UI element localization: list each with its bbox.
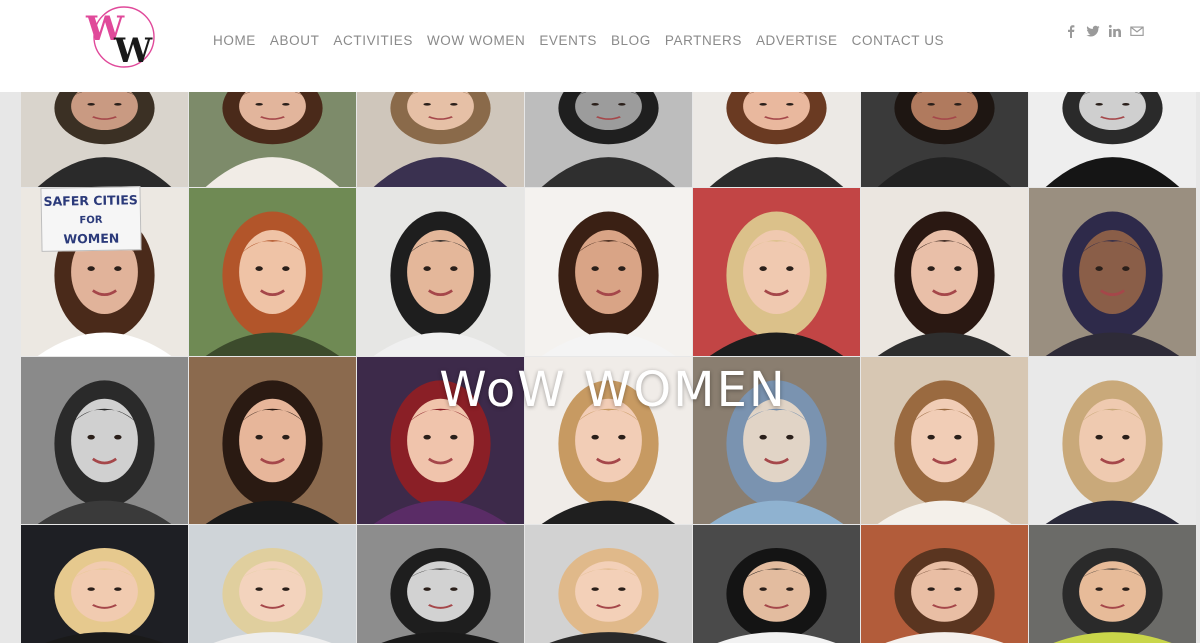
- portrait-tile[interactable]: [861, 525, 1028, 643]
- portrait-tile[interactable]: [189, 92, 356, 187]
- portrait-image: [693, 92, 860, 187]
- portrait-image: [1029, 525, 1196, 643]
- portrait-tile[interactable]: [1029, 188, 1196, 356]
- portrait-tile[interactable]: [525, 188, 692, 356]
- site-header: W W HOME ABOUT ACTIVITIES WOW WOMEN EVEN…: [0, 0, 1200, 92]
- social-links: [1064, 24, 1144, 38]
- portrait-tile[interactable]: [1029, 525, 1196, 643]
- portrait-image: [21, 92, 188, 187]
- portrait-image: [21, 525, 188, 643]
- portrait-image: [189, 92, 356, 187]
- twitter-icon[interactable]: [1086, 24, 1100, 38]
- mail-icon[interactable]: [1130, 24, 1144, 38]
- portrait-tile[interactable]: [21, 92, 188, 187]
- hero-title: WoW WOMEN: [439, 362, 787, 418]
- portrait-image: [693, 525, 860, 643]
- portrait-tile[interactable]: [21, 525, 188, 643]
- portrait-image: [525, 92, 692, 187]
- facebook-icon[interactable]: [1064, 24, 1078, 38]
- portrait-image: [861, 188, 1028, 356]
- portrait-tile[interactable]: [189, 525, 356, 643]
- wow-women-logo[interactable]: W W: [80, 4, 166, 70]
- portrait-tile[interactable]: [693, 525, 860, 643]
- portrait-tile[interactable]: [525, 525, 692, 643]
- portrait-image: [861, 92, 1028, 187]
- portrait-tile[interactable]: [1029, 92, 1196, 187]
- portrait-tile[interactable]: [693, 92, 860, 187]
- nav-events[interactable]: EVENTS: [532, 31, 604, 51]
- portrait-image: [357, 525, 524, 643]
- svg-text:W: W: [113, 31, 153, 70]
- portrait-tile[interactable]: [357, 92, 524, 187]
- portrait-image: [525, 188, 692, 356]
- portrait-tile[interactable]: [861, 92, 1028, 187]
- nav-blog[interactable]: BLOG: [604, 31, 658, 51]
- portrait-tile[interactable]: [525, 92, 692, 187]
- portrait-image: [1029, 188, 1196, 356]
- portrait-image: [861, 525, 1028, 643]
- nav-contact-us[interactable]: CONTACT US: [845, 31, 952, 51]
- portrait-tile[interactable]: [189, 188, 356, 356]
- nav-wow-women[interactable]: WOW WOMEN: [420, 31, 532, 51]
- nav-activities[interactable]: ACTIVITIES: [326, 31, 420, 51]
- portrait-image: [189, 188, 356, 356]
- portrait-tile[interactable]: [861, 188, 1028, 356]
- nav-partners[interactable]: PARTNERS: [658, 31, 749, 51]
- portrait-image: [357, 188, 524, 356]
- portrait-image: [189, 525, 356, 643]
- portrait-image: [357, 92, 524, 187]
- nav-about[interactable]: ABOUT: [263, 31, 327, 51]
- wow-women-hero: SAFER CITIES FOR WOMEN WoW WOMEN: [0, 92, 1200, 643]
- portrait-tile[interactable]: [693, 188, 860, 356]
- portrait-tile[interactable]: [357, 525, 524, 643]
- portrait-image: [693, 188, 860, 356]
- nav-home[interactable]: HOME: [206, 31, 263, 51]
- portrait-image: [1029, 92, 1196, 187]
- linkedin-icon[interactable]: [1108, 24, 1122, 38]
- nav-advertise[interactable]: ADVERTISE: [749, 31, 845, 51]
- portrait-image: [525, 525, 692, 643]
- main-nav: HOME ABOUT ACTIVITIES WOW WOMEN EVENTS B…: [206, 31, 951, 51]
- portrait-tile[interactable]: [357, 188, 524, 356]
- safer-cities-sign: SAFER CITIES FOR WOMEN: [40, 186, 142, 252]
